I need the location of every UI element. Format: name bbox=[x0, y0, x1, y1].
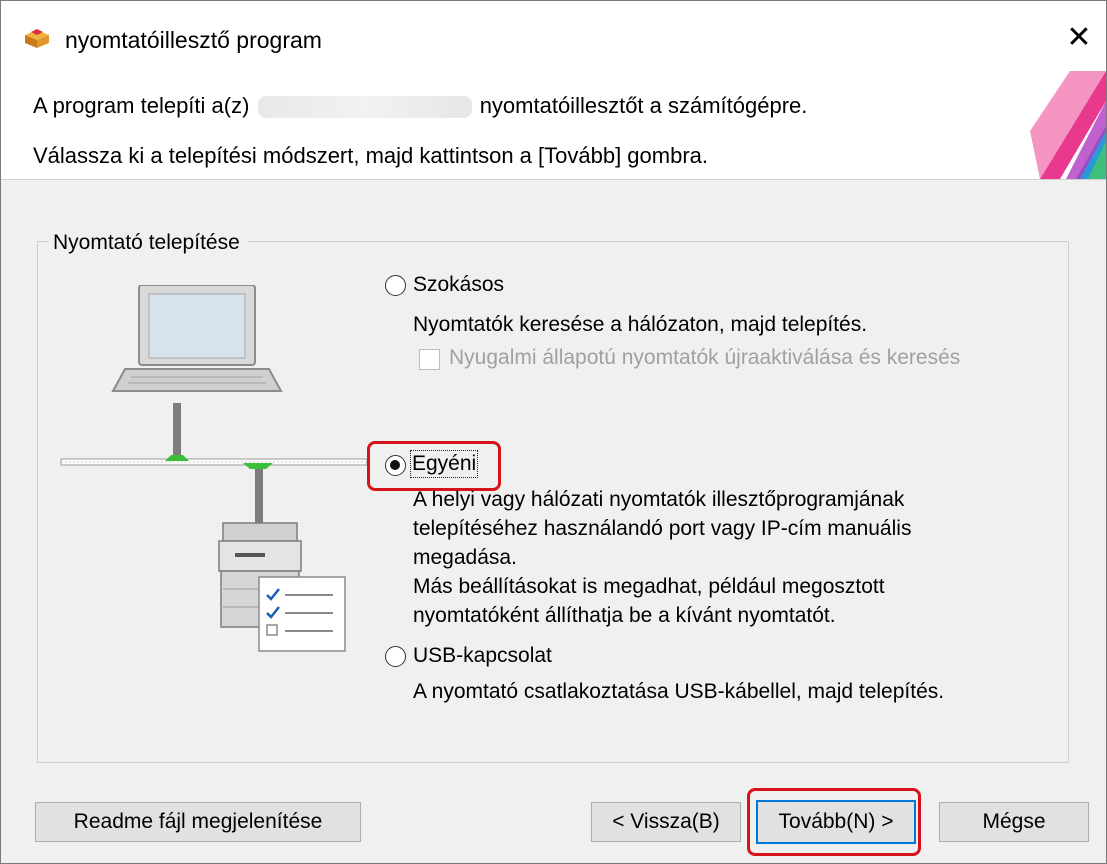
intro-prefix: A program telepíti a(z) bbox=[33, 93, 250, 118]
radio-standard[interactable] bbox=[385, 275, 406, 296]
option-custom-description-3: megadása. bbox=[413, 546, 517, 569]
laptop-icon bbox=[111, 285, 283, 392]
installer-app-icon bbox=[25, 29, 49, 48]
option-custom-description-4: Más beállításokat is megadhat, például m… bbox=[413, 575, 885, 598]
network-connector-icon bbox=[165, 455, 189, 461]
brand-banner-graphic bbox=[1030, 71, 1106, 179]
sleep-printers-label[interactable]: Nyugalmi állapotú nyomtatók újraaktiválá… bbox=[449, 346, 960, 370]
radio-custom[interactable] bbox=[385, 455, 406, 476]
close-button[interactable]: ✕ bbox=[1052, 11, 1106, 63]
intro-suffix: nyomtatóillesztőt a számítógépre. bbox=[479, 93, 808, 118]
network-connector-icon bbox=[243, 463, 273, 469]
option-usb-description: A nyomtató csatlakoztatása USB-kábellel,… bbox=[413, 680, 945, 703]
back-button[interactable]: < Vissza(B) bbox=[591, 802, 741, 842]
close-icon: ✕ bbox=[1066, 20, 1092, 54]
intro-text-line1: A program telepíti a(z) nyomtatóillesztő… bbox=[33, 93, 807, 119]
option-usb-label[interactable]: USB-kapcsolat bbox=[413, 644, 552, 668]
option-custom-description-1: A helyi vagy hálózati nyomtatók illesztő… bbox=[413, 488, 905, 511]
readme-button[interactable]: Readme fájl megjelenítése bbox=[35, 802, 361, 842]
option-standard-description: Nyomtatók keresése a hálózaton, majd tel… bbox=[413, 313, 868, 336]
title-bar: nyomtatóillesztő program ✕ bbox=[1, 1, 1106, 71]
next-button[interactable]: Tovább(N) > bbox=[756, 800, 916, 844]
sleep-printers-checkbox[interactable] bbox=[419, 349, 440, 370]
cancel-button[interactable]: Mégse bbox=[939, 802, 1089, 842]
network-printer-illustration bbox=[60, 285, 368, 652]
window-title: nyomtatóillesztő program bbox=[65, 27, 322, 53]
option-custom-description-5: nyomtatóként állíthatja be a kívánt nyom… bbox=[413, 604, 836, 627]
option-custom-label[interactable]: Egyéni bbox=[409, 450, 479, 478]
header-panel: A program telepíti a(z) nyomtatóillesztő… bbox=[1, 71, 1106, 180]
radio-usb[interactable] bbox=[385, 646, 406, 667]
option-standard-label[interactable]: Szokásos bbox=[413, 273, 504, 297]
checklist-document-icon bbox=[258, 576, 346, 652]
intro-text-line2: Válassza ki a telepítési módszert, majd … bbox=[33, 143, 708, 168]
option-custom-description-2: telepítéséhez használandó port vagy IP-c… bbox=[413, 517, 912, 540]
installer-window: nyomtatóillesztő program ✕ A program tel… bbox=[0, 0, 1107, 864]
redacted-model-name bbox=[257, 96, 472, 119]
group-legend: Nyomtató telepítése bbox=[49, 231, 248, 255]
